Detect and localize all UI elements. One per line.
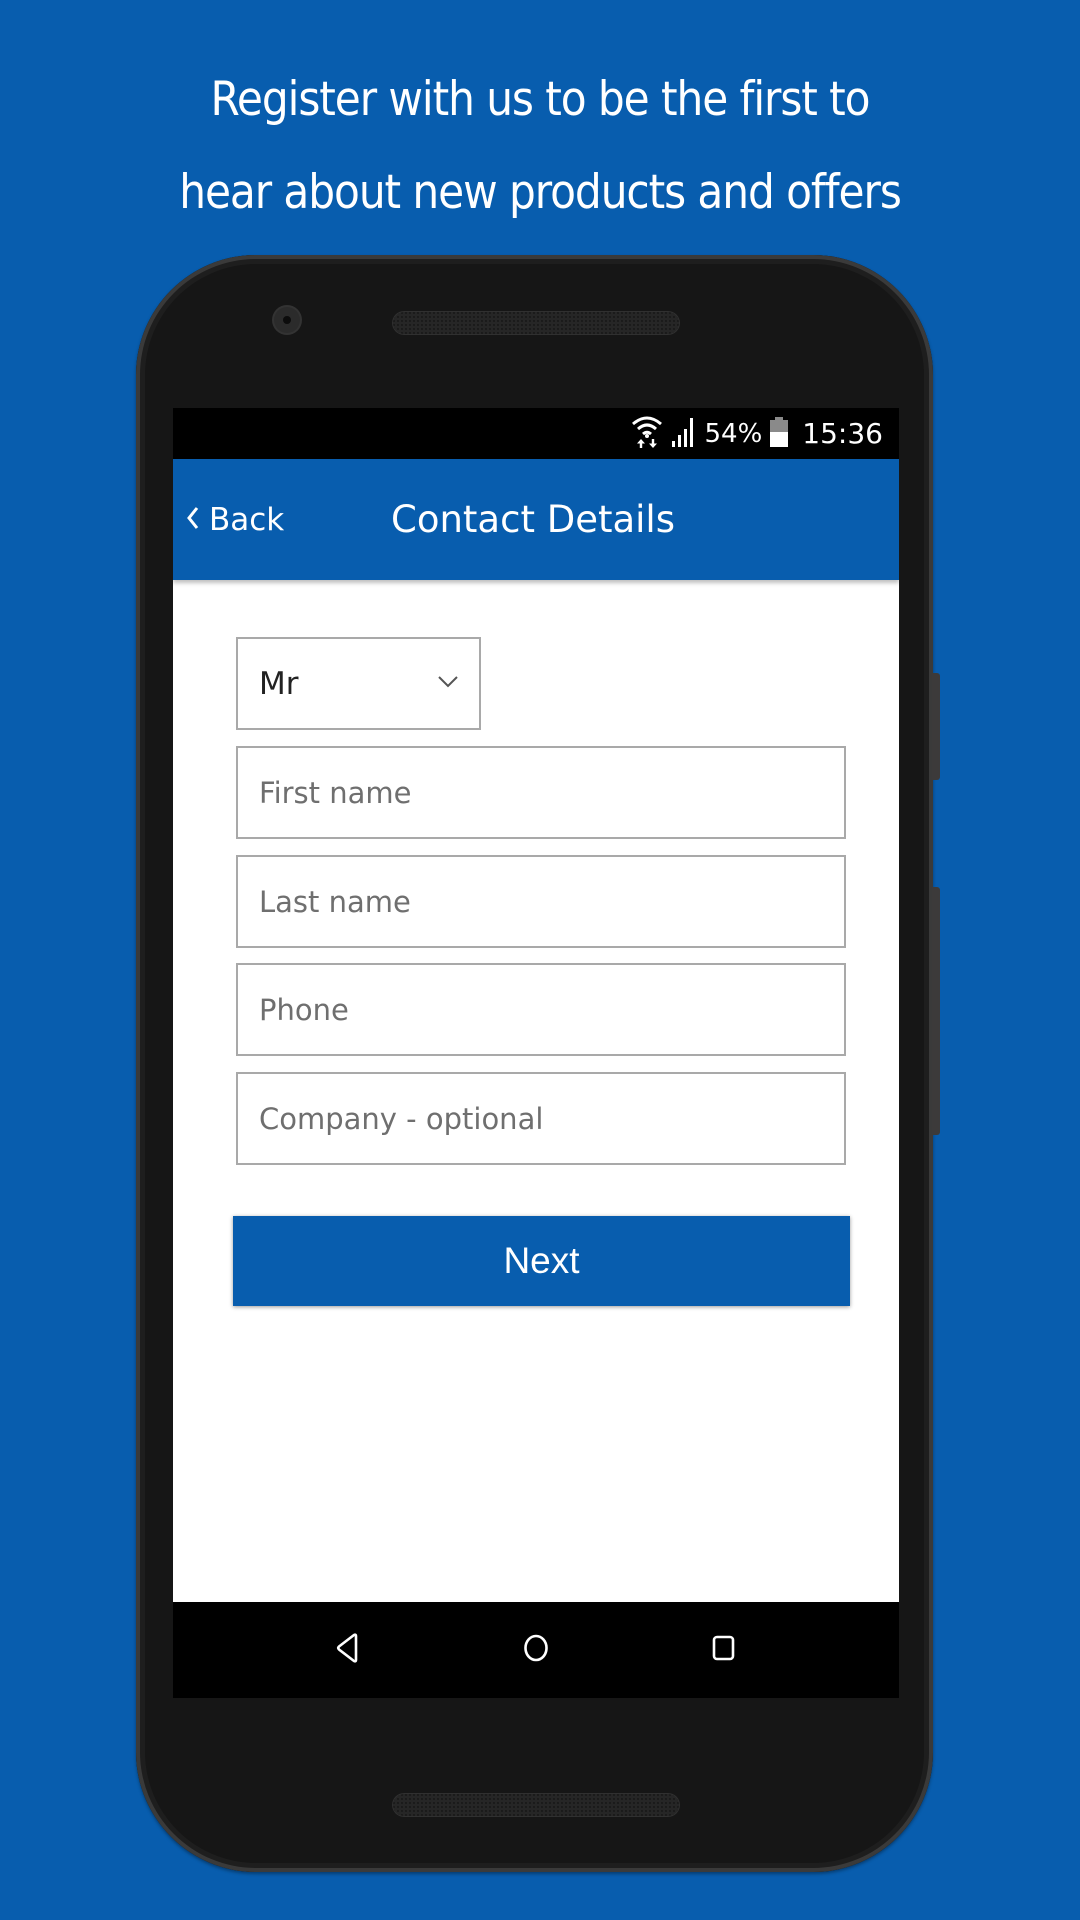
wifi-icon (631, 415, 663, 453)
first-name-input[interactable] (259, 775, 844, 810)
status-time: 15:36 (802, 417, 883, 450)
next-button[interactable]: Next (233, 1216, 850, 1306)
company-field (236, 1072, 846, 1165)
nav-back-icon (335, 1633, 361, 1667)
page-title: Contact Details (391, 498, 675, 541)
phone-volume-button (932, 887, 940, 1135)
chevron-down-icon (437, 674, 459, 693)
nav-recents-icon (711, 1634, 737, 1666)
promo-headline-line-1: Register with us to be the first to (210, 72, 871, 127)
promo-headline-line-2: hear about new products and offers (179, 165, 902, 220)
battery-icon (770, 416, 789, 451)
app-bar: Back Contact Details (173, 459, 899, 580)
android-nav-bar (173, 1602, 899, 1698)
battery-percent: 54% (704, 418, 763, 449)
front-camera (274, 307, 300, 333)
earpiece-speaker (392, 311, 680, 335)
phone-screen: 54% 15:36 Back Contact Details Mr First … (173, 408, 899, 1698)
last-name-field (236, 855, 846, 948)
first-name-field (236, 746, 846, 839)
status-bar: 54% 15:36 (173, 408, 899, 459)
company-input[interactable] (259, 1101, 844, 1136)
nav-home-icon (522, 1633, 550, 1667)
cell-signal-icon (671, 416, 697, 452)
nav-recents-button[interactable] (676, 1602, 772, 1698)
title-select-value: Mr (259, 665, 299, 702)
phone-field (236, 963, 846, 1056)
nav-home-button[interactable] (488, 1602, 584, 1698)
nav-back-button[interactable] (300, 1602, 396, 1698)
last-name-input[interactable] (259, 884, 844, 919)
title-select[interactable]: Mr (236, 637, 481, 730)
phone-power-button (932, 673, 940, 780)
bottom-speaker (392, 1793, 680, 1817)
phone-input[interactable] (259, 992, 844, 1027)
